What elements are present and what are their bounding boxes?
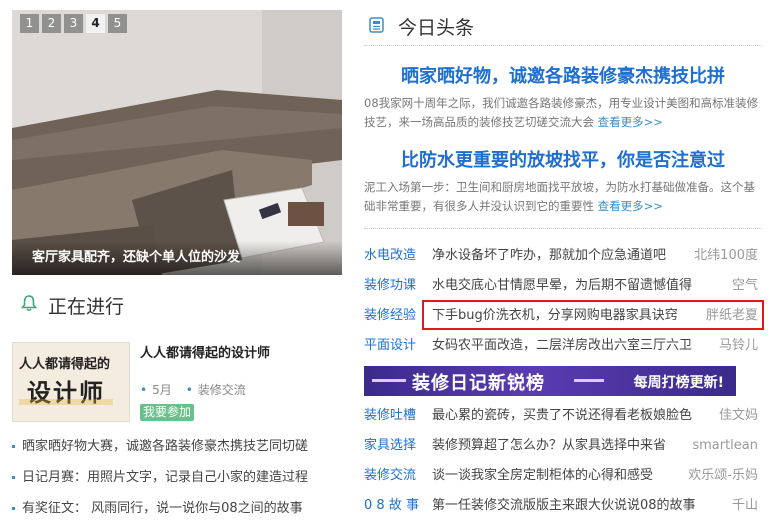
slider-page-1[interactable]: 1 [20, 14, 39, 33]
ongoing-title: 正在进行 [48, 297, 125, 318]
ongoing-header: 正在进行 [12, 288, 342, 322]
event-image-line1: 人人都请得起的 [19, 357, 111, 372]
list-item[interactable]: 晒家晒好物大赛，诚邀各路装修豪杰携技艺同切磋 [12, 434, 347, 465]
article-link[interactable]: 净水设备坏了咋办，那就加个应急通道吧 [432, 248, 666, 263]
headline-desc: 泥工入场第一步：卫生间和厨房地面找平放坡，为防水打基础做准备。这个基础非常重要，… [364, 178, 762, 216]
category-link[interactable]: 装修交流 [364, 464, 432, 488]
event-month: 5月 [140, 381, 172, 398]
article-link[interactable]: 女码农平面改造，二层洋房改出六室三厅六卫 [432, 338, 692, 353]
list-item: 平面设计 女码农平面改造，二层洋房改出六室三厅六卫 马铃儿 [364, 334, 762, 364]
news-list-2: 装修吐槽 最心累的瓷砖，买贵了不说还得看老板娘脸色 佳文妈 家具选择 装修预算超了怎么… [364, 404, 762, 522]
article-link[interactable]: 下手bug价洗衣机，分享网购电器家具诀窍 [432, 308, 678, 323]
author-link[interactable]: 空气 [725, 274, 758, 298]
category-link[interactable]: 装修经验 [364, 304, 432, 328]
list-item[interactable]: 有奖征文： 风雨同行，说一说你与08之间的故事 [12, 496, 347, 522]
slider-page-5[interactable]: 5 [108, 14, 127, 33]
event-image-line2: 设计师 [19, 373, 113, 408]
list-item: 装修交流 谈一谈我家全房定制柜体的心得和感受 欢乐颂-乐妈 [364, 464, 762, 494]
list-item: 装修经验 下手bug价洗衣机，分享网购电器家具诀窍 胖纸老夏 [364, 300, 764, 334]
slider-caption[interactable]: 客厅家具配齐，还缺个单人位的沙发 [12, 241, 342, 275]
slider-page-4[interactable]: 4 [86, 14, 105, 33]
article-link[interactable]: 水电交底心甘情愿早晕，为后期不留遗憾值得 [432, 278, 692, 293]
author-link[interactable]: 胖纸老夏 [699, 304, 758, 328]
list-item: 装修吐槽 最心累的瓷砖，买贵了不说还得看老板娘脸色 佳文妈 [364, 404, 762, 434]
author-link[interactable]: 北纬100度 [688, 244, 758, 268]
list-item: 水电改造 净水设备坏了咋办，那就加个应急通道吧 北纬100度 [364, 244, 762, 274]
photo-slider[interactable]: 1 2 3 4 5 客厅家具配齐，还缺个单人位的沙发 [12, 10, 342, 275]
headline-desc: 08我家网十周年之际，我们诚邀各路装修豪杰，用专业设计美图和高标准装修技艺，来一… [364, 94, 762, 132]
category-link[interactable]: 装修功课 [364, 274, 432, 298]
headline-1: 晒家晒好物，诚邀各路装修豪杰携技比拼 08我家网十周年之际，我们诚邀各路装修豪杰… [364, 62, 762, 132]
divider [364, 228, 762, 229]
headline-desc-text: 泥工入场第一步：卫生间和厨房地面找平放坡，为防水打基础做准备。这个基础非常重要，… [364, 180, 755, 213]
banner-stripe [574, 379, 604, 382]
author-link[interactable]: smartlean [686, 434, 758, 458]
article-link[interactable]: 谈一谈我家全房定制柜体的心得和感受 [432, 468, 653, 483]
more-link[interactable]: 查看更多>> [598, 199, 663, 213]
article-link[interactable]: 第一任装修交流版版主来跟大伙说说08的故事 [432, 498, 696, 513]
bell-icon [20, 295, 38, 312]
author-link[interactable]: 欢乐颂-乐妈 [682, 464, 758, 488]
diary-rank-banner[interactable]: 装修日记新锐榜 每周打榜更新! [364, 366, 736, 396]
headline-title[interactable]: 晒家晒好物，诚邀各路装修豪杰携技比拼 [364, 62, 762, 88]
headline-2: 比防水更重要的放坡找平，你是否注意过 泥工入场第一步：卫生间和厨房地面找平放坡，… [364, 146, 762, 216]
banner-subtitle: 每周打榜更新! [633, 375, 724, 391]
list-item: 0 8 故 事第一任装修交流版版主来跟大伙说说08的故事 千山 [364, 494, 762, 522]
more-link[interactable]: 查看更多>> [598, 115, 663, 129]
banner-title: 装修日记新锐榜 [412, 373, 545, 394]
category-link[interactable]: 水电改造 [364, 244, 432, 268]
category-link[interactable]: 装修吐槽 [364, 404, 432, 428]
headline-desc-text: 08我家网十周年之际，我们诚邀各路装修豪杰，用专业设计美图和高标准装修技艺，来一… [364, 96, 759, 129]
news-list-1: 水电改造 净水设备坏了咋办，那就加个应急通道吧 北纬100度 装修功课 水电交底心甘情… [364, 244, 764, 364]
author-link[interactable]: 千山 [725, 494, 758, 518]
banner-stripe [372, 379, 406, 382]
category-link[interactable]: 平面设计 [364, 334, 432, 358]
ongoing-list: 晒家晒好物大赛，诚邀各路装修豪杰携技艺同切磋 日记月赛：用照片文字，记录自己小家… [12, 434, 347, 522]
slider-page-3[interactable]: 3 [64, 14, 83, 33]
newspaper-icon [369, 17, 384, 33]
article-link[interactable]: 装修预算超了怎么办？从家具选择中来省 [432, 438, 666, 453]
slider-page-2[interactable]: 2 [42, 14, 61, 33]
category-link[interactable]: 0 8 故 事 [364, 494, 432, 518]
author-link[interactable]: 马铃儿 [712, 334, 758, 358]
event-meta: 5月 装修交流 [140, 381, 246, 398]
event-category[interactable]: 装修交流 [186, 381, 246, 398]
headline-title[interactable]: 比防水更重要的放坡找平，你是否注意过 [364, 146, 762, 172]
category-link[interactable]: 家具选择 [364, 434, 432, 458]
list-item[interactable]: 日记月赛：用照片文字，记录自己小家的建造过程 [12, 465, 347, 496]
event-title[interactable]: 人人都请得起的设计师 [140, 342, 270, 361]
author-link[interactable]: 佳文妈 [712, 404, 758, 428]
list-item: 装修功课 水电交底心甘情愿早晕，为后期不留遗憾值得 空气 [364, 274, 762, 304]
join-button[interactable]: 我要参加 [140, 404, 195, 421]
today-header: 今日头条 [364, 0, 762, 46]
today-title: 今日头条 [398, 18, 475, 39]
list-item: 家具选择 装修预算超了怎么办？从家具选择中来省 smartlean [364, 434, 762, 464]
event-image[interactable]: 人人都请得起的 设计师 [12, 342, 130, 422]
sofa-photo[interactable] [12, 10, 342, 275]
slider-pager: 1 2 3 4 5 [20, 14, 127, 33]
article-link[interactable]: 最心累的瓷砖，买贵了不说还得看老板娘脸色 [432, 408, 692, 423]
